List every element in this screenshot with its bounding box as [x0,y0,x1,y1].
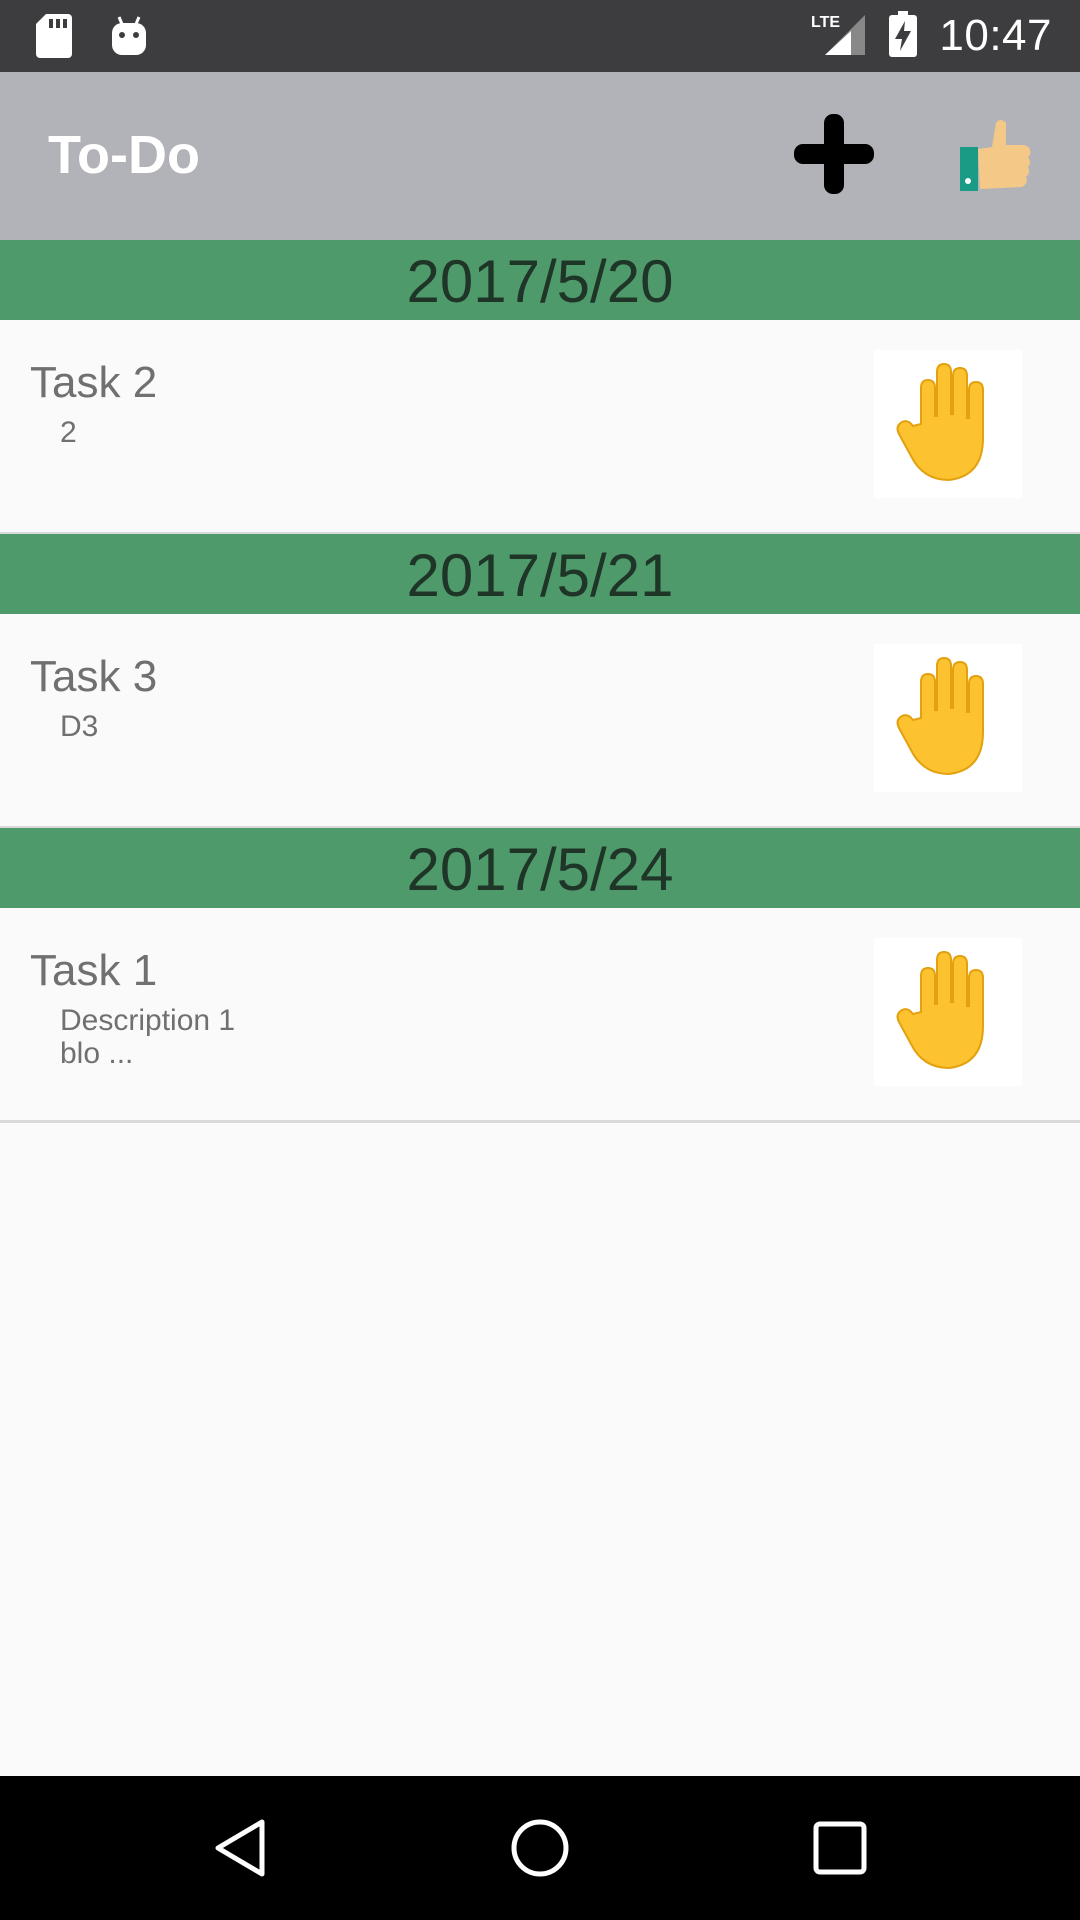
date-section: 2017/5/24 Task 1 Description 1 blo ... [0,828,1080,1123]
app-title: To-Do [48,125,200,185]
raised-hand-icon [893,652,1003,785]
task-status-button[interactable] [874,644,1022,792]
home-button[interactable] [490,1800,590,1900]
lte-signal-icon: LTE [811,11,867,62]
back-icon [212,1818,268,1883]
task-row[interactable]: Task 2 2 [0,320,1080,535]
svg-text:LTE: LTE [811,14,840,31]
task-title: Task 3 [30,652,158,701]
thumbs-up-icon [958,117,1032,198]
task-status-button[interactable] [874,938,1022,1086]
status-time: 10:47 [939,11,1052,60]
navigation-bar [0,1776,1080,1920]
date-header: 2017/5/24 [0,828,1080,908]
thumbs-up-button[interactable] [950,112,1040,202]
add-task-button[interactable] [786,108,882,204]
add-icon [792,112,876,201]
android-icon [110,15,148,62]
date-section: 2017/5/21 Task 3 D3 [0,534,1080,829]
raised-hand-icon [893,946,1003,1079]
task-description: 2 [60,416,77,449]
recents-icon [812,1820,868,1881]
app-bar: To-Do [0,72,1080,240]
task-row[interactable]: Task 3 D3 [0,614,1080,829]
back-button[interactable] [190,1800,290,1900]
date-section: 2017/5/20 Task 2 2 [0,240,1080,535]
recents-button[interactable] [790,1800,890,1900]
home-icon [510,1818,570,1883]
date-header: 2017/5/20 [0,240,1080,320]
status-bar: LTE 10:47 [0,0,1080,72]
task-title: Task 2 [30,358,158,407]
sd-card-icon [36,14,72,63]
raised-hand-icon [893,358,1003,491]
battery-charging-icon [889,10,918,62]
task-row[interactable]: Task 1 Description 1 blo ... [0,908,1080,1123]
task-description: Description 1 blo ... [60,1004,236,1070]
task-status-button[interactable] [874,350,1022,498]
task-description: D3 [60,710,99,743]
date-header: 2017/5/21 [0,534,1080,614]
task-title: Task 1 [30,946,158,995]
